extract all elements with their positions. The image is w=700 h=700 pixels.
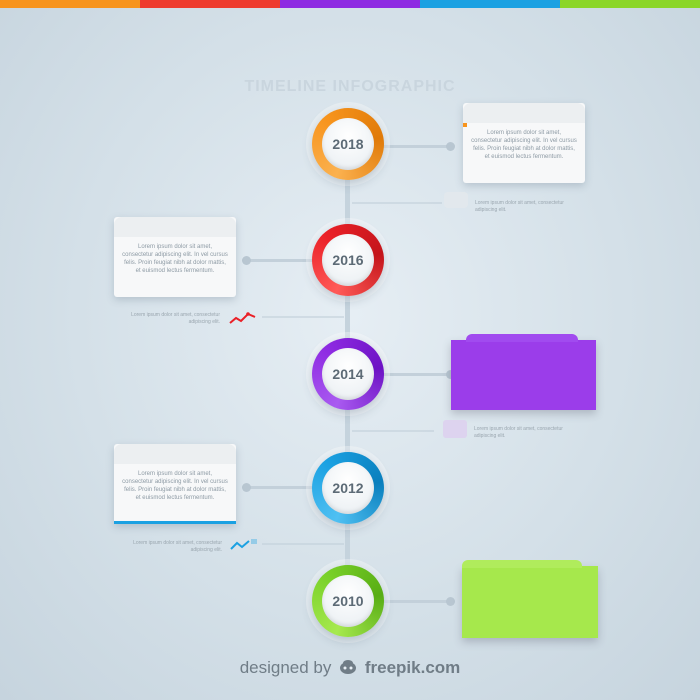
stripe-orange (0, 0, 140, 8)
connector-2016 (245, 259, 315, 262)
card-accent (463, 123, 467, 127)
note-2014: Lorem ipsum dolor sit amet, consectetur … (474, 426, 563, 439)
milestone-node-face: 2012 (322, 462, 374, 514)
year-label-2018: 2018 (332, 136, 364, 152)
connector-dot-2010 (446, 597, 455, 606)
trend-line-icon-2016 (229, 312, 256, 324)
stripe-green (560, 0, 700, 8)
year-label-2014: 2014 (332, 366, 364, 382)
milestone-node-2014[interactable]: 2014 (312, 338, 384, 410)
note-line-2014 (352, 430, 434, 432)
footer-credit: designed by freepik.com (0, 658, 700, 678)
stripe-purple (280, 0, 420, 8)
milestone-node-face: 2018 (322, 118, 374, 170)
stripe-blue (420, 0, 560, 8)
year-label-2012: 2012 (332, 480, 364, 496)
connector-dot-2016 (242, 256, 251, 265)
note-line-2012 (262, 543, 344, 545)
card-header (463, 103, 585, 123)
color-block-2014 (451, 340, 596, 410)
card-text: Lorem ipsum dolor sit amet, consectetur … (122, 244, 228, 274)
card-header (114, 444, 236, 464)
connector-2012 (245, 486, 315, 489)
note-2012: Lorem ipsum dolor sit amet, consectetur … (133, 540, 222, 553)
stripe-red (140, 0, 280, 8)
milestone-node-2012[interactable]: 2012 (312, 452, 384, 524)
note-line-2016 (262, 316, 344, 318)
color-block-2010-tab (462, 560, 582, 568)
info-card-2016: Lorem ipsum dolor sit amet, consectetur … (114, 217, 236, 297)
shape-icon-2018 (444, 192, 468, 208)
page-title: TIMELINE INFOGRAPHIC (244, 78, 456, 95)
card-text: Lorem ipsum dolor sit amet, consectetur … (471, 130, 577, 160)
card-text: Lorem ipsum dolor sit amet, consectetur … (122, 471, 228, 501)
connector-2018 (383, 145, 451, 148)
note-line-2018 (352, 202, 442, 204)
connector-dot-2012 (242, 483, 251, 492)
card-header (114, 217, 236, 237)
shape-icon-2014 (443, 420, 467, 438)
color-block-2014-tab (466, 334, 578, 342)
note-2016: Lorem ipsum dolor sit amet, consectetur … (131, 312, 220, 325)
color-block-2010 (462, 566, 598, 638)
milestone-node-face: 2010 (322, 575, 374, 627)
milestone-node-2010[interactable]: 2010 (312, 565, 384, 637)
milestone-node-2018[interactable]: 2018 (312, 108, 384, 180)
footer-brand: freepik.com (364, 658, 461, 677)
freepik-logo-icon (340, 660, 357, 674)
card-accent (114, 521, 236, 524)
milestone-node-face: 2016 (322, 234, 374, 286)
note-2018: Lorem ipsum dolor sit amet, consectetur … (475, 200, 564, 213)
milestone-node-face: 2014 (322, 348, 374, 400)
top-color-stripe (0, 0, 700, 8)
year-label-2010: 2010 (332, 593, 364, 609)
info-card-2018: Lorem ipsum dolor sit amet, consectetur … (463, 103, 585, 183)
connector-dot-2018 (446, 142, 455, 151)
year-label-2016: 2016 (332, 252, 364, 268)
trend-line-icon-2012 (230, 539, 257, 550)
connector-2014 (383, 373, 453, 376)
milestone-node-2016[interactable]: 2016 (312, 224, 384, 296)
footer-prefix: designed by (239, 658, 332, 677)
connector-2010 (383, 600, 453, 603)
info-card-2012: Lorem ipsum dolor sit amet, consectetur … (114, 444, 236, 524)
